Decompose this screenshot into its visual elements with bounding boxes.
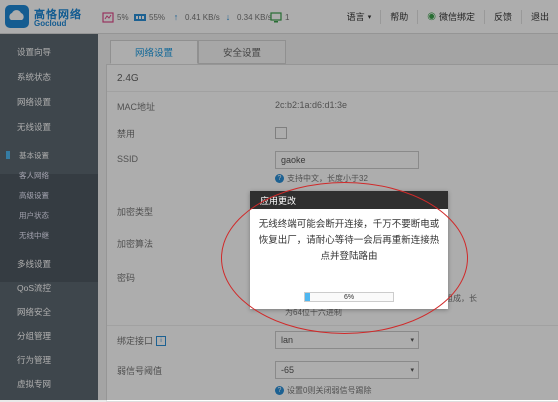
highlight-ellipse <box>221 182 468 334</box>
